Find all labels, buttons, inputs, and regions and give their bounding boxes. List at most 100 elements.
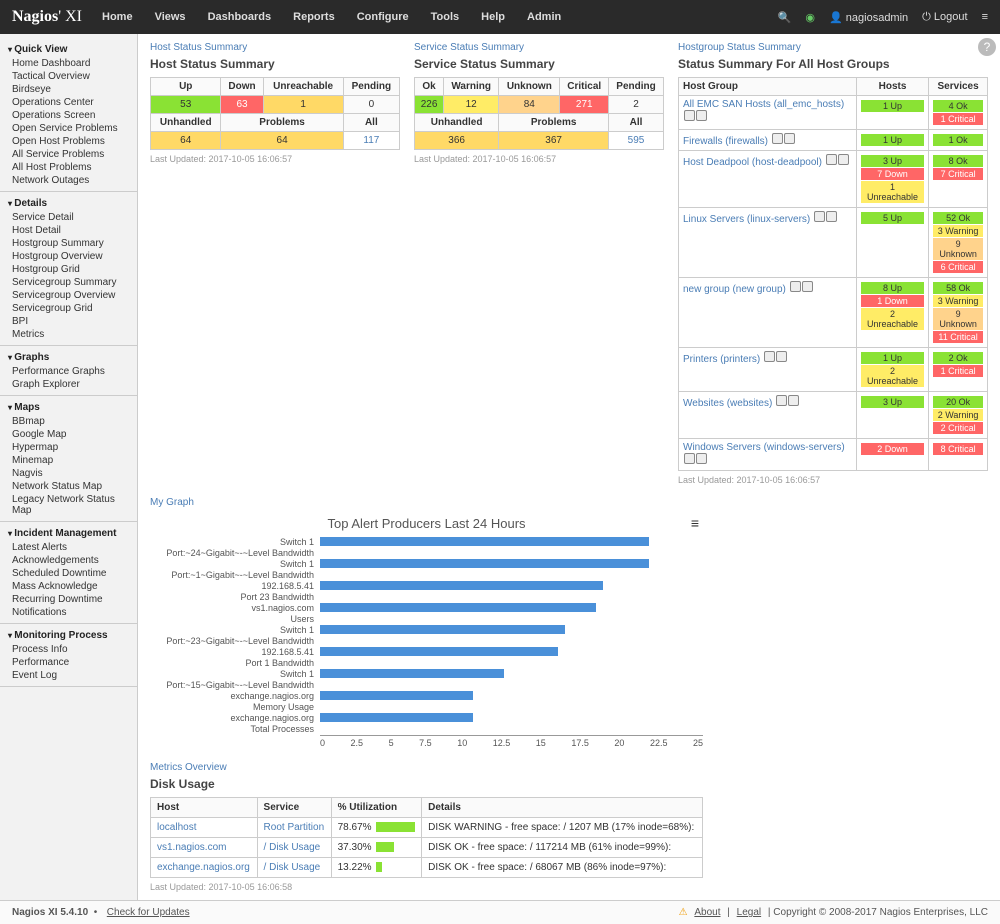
detail-icon[interactable] — [696, 110, 707, 121]
sb-item[interactable]: Servicegroup Grid — [8, 302, 129, 315]
hg-status-link[interactable]: Hostgroup Status Summary — [678, 42, 801, 53]
detail-icon[interactable] — [838, 154, 849, 165]
grid-icon[interactable] — [764, 351, 775, 362]
sb-item[interactable]: BBmap — [8, 415, 129, 428]
detail-icon[interactable] — [784, 133, 795, 144]
sb-item[interactable]: Metrics — [8, 328, 129, 341]
sb-item[interactable]: Hostgroup Summary — [8, 237, 129, 250]
disk-updated: Last Updated: 2017-10-05 16:06:58 — [150, 882, 703, 892]
sb-item[interactable]: Graph Explorer — [8, 378, 129, 391]
grid-icon[interactable] — [814, 211, 825, 222]
sb-item[interactable]: Servicegroup Overview — [8, 289, 129, 302]
sb-item[interactable]: Performance Graphs — [8, 365, 129, 378]
grid-icon[interactable] — [776, 395, 787, 406]
status-icon[interactable]: ◉ — [805, 11, 815, 24]
sb-item[interactable]: Nagvis — [8, 467, 129, 480]
nav-home[interactable]: Home — [102, 11, 133, 23]
detail-icon[interactable] — [696, 453, 707, 464]
sb-item[interactable]: Network Outages — [8, 174, 129, 187]
sb-item[interactable]: Acknowledgements — [8, 554, 129, 567]
host-updated: Last Updated: 2017-10-05 16:06:57 — [150, 154, 400, 164]
sb-item[interactable]: Process Info — [8, 643, 129, 656]
grid-icon[interactable] — [684, 453, 695, 464]
hg-row: Host Deadpool (host-deadpool) 3 Up7 Down… — [679, 151, 988, 208]
grid-icon[interactable] — [826, 154, 837, 165]
sb-item[interactable]: Scheduled Downtime — [8, 567, 129, 580]
nav-views[interactable]: Views — [155, 11, 186, 23]
metrics-link[interactable]: Metrics Overview — [150, 762, 227, 773]
sb-item[interactable]: Latest Alerts — [8, 541, 129, 554]
sb-hdr-quickview[interactable]: Quick View — [8, 42, 129, 57]
my-graph-link[interactable]: My Graph — [150, 497, 194, 508]
grid-icon[interactable] — [684, 110, 695, 121]
sb-item[interactable]: BPI — [8, 315, 129, 328]
nav-tools[interactable]: Tools — [431, 11, 460, 23]
svc-status-table: OkWarningUnknownCriticalPending 22612842… — [414, 77, 664, 150]
help-icon[interactable]: ? — [978, 38, 996, 56]
top-nav: Home Views Dashboards Reports Configure Tools… — [102, 11, 778, 23]
hg-row: All EMC SAN Hosts (all_emc_hosts) 1 Up4 … — [679, 96, 988, 130]
sb-item[interactable]: Service Detail — [8, 211, 129, 224]
detail-icon[interactable] — [788, 395, 799, 406]
sb-item[interactable]: Hostgroup Overview — [8, 250, 129, 263]
sb-hdr-graphs[interactable]: Graphs — [8, 350, 129, 365]
sb-hdr-incident[interactable]: Incident Management — [8, 526, 129, 541]
alert-chart: Top Alert Producers Last 24 Hours ≡ Swit… — [150, 516, 703, 748]
nav-admin[interactable]: Admin — [527, 11, 561, 23]
sb-item[interactable]: Open Service Problems — [8, 122, 129, 135]
check-updates-link[interactable]: Check for Updates — [107, 907, 190, 918]
nav-help[interactable]: Help — [481, 11, 505, 23]
sb-item[interactable]: Servicegroup Summary — [8, 276, 129, 289]
sb-item[interactable]: Performance — [8, 656, 129, 669]
sb-item[interactable]: Network Status Map — [8, 480, 129, 493]
menu-icon[interactable]: ≡ — [982, 11, 988, 23]
sb-item[interactable]: Operations Screen — [8, 109, 129, 122]
top-right: 🔍 ◉ 👤 nagiosadmin ⏻ Logout ≡ — [778, 11, 988, 24]
sb-item[interactable]: Google Map — [8, 428, 129, 441]
hg-row: Printers (printers) 1 Up2 Unreachable2 O… — [679, 348, 988, 392]
sb-hdr-maps[interactable]: Maps — [8, 400, 129, 415]
table-row: localhostRoot Partition78.67%DISK WARNIN… — [151, 818, 703, 838]
user-label[interactable]: 👤 nagiosadmin — [829, 11, 908, 24]
chart-menu-icon[interactable]: ≡ — [691, 515, 699, 531]
svc-status-title: Service Status Summary — [414, 57, 664, 71]
sb-hdr-details[interactable]: Details — [8, 196, 129, 211]
hg-row: Websites (websites) 3 Up20 Ok2 Warning2 … — [679, 392, 988, 439]
sb-item[interactable]: Host Detail — [8, 224, 129, 237]
sb-item[interactable]: Operations Center — [8, 96, 129, 109]
sb-item[interactable]: Home Dashboard — [8, 57, 129, 70]
sb-hdr-monitor[interactable]: Monitoring Process — [8, 628, 129, 643]
detail-icon[interactable] — [802, 281, 813, 292]
hg-row: Firewalls (firewalls) 1 Up1 Ok — [679, 130, 988, 151]
sb-item[interactable]: Event Log — [8, 669, 129, 682]
sb-item[interactable]: Birdseye — [8, 83, 129, 96]
nav-configure[interactable]: Configure — [357, 11, 409, 23]
sb-item[interactable]: Open Host Problems — [8, 135, 129, 148]
main-content: ? Host Status Summary Host Status Summar… — [138, 34, 1000, 900]
sb-item[interactable]: Notifications — [8, 606, 129, 619]
detail-icon[interactable] — [826, 211, 837, 222]
sb-item[interactable]: All Host Problems — [8, 161, 129, 174]
legal-link[interactable]: Legal — [737, 907, 761, 918]
sb-item[interactable]: Mass Acknowledge — [8, 580, 129, 593]
svc-updated: Last Updated: 2017-10-05 16:06:57 — [414, 154, 664, 164]
search-icon[interactable]: 🔍 — [778, 11, 792, 24]
hg-updated: Last Updated: 2017-10-05 16:06:57 — [678, 475, 988, 485]
detail-icon[interactable] — [776, 351, 787, 362]
host-status-link[interactable]: Host Status Summary — [150, 42, 247, 53]
sb-item[interactable]: All Service Problems — [8, 148, 129, 161]
nav-dashboards[interactable]: Dashboards — [208, 11, 272, 23]
nav-reports[interactable]: Reports — [293, 11, 335, 23]
sb-item[interactable]: Recurring Downtime — [8, 593, 129, 606]
grid-icon[interactable] — [772, 133, 783, 144]
sb-item[interactable]: Minemap — [8, 454, 129, 467]
about-link[interactable]: About — [694, 907, 720, 918]
sb-item[interactable]: Hostgroup Grid — [8, 263, 129, 276]
sb-item[interactable]: Tactical Overview — [8, 70, 129, 83]
svc-status-link[interactable]: Service Status Summary — [414, 42, 524, 53]
grid-icon[interactable] — [790, 281, 801, 292]
logout-button[interactable]: ⏻ Logout — [922, 11, 967, 24]
sb-item[interactable]: Legacy Network Status Map — [8, 493, 129, 517]
sb-item[interactable]: Hypermap — [8, 441, 129, 454]
hg-table: Host GroupHostsServices All EMC SAN Host… — [678, 77, 988, 471]
